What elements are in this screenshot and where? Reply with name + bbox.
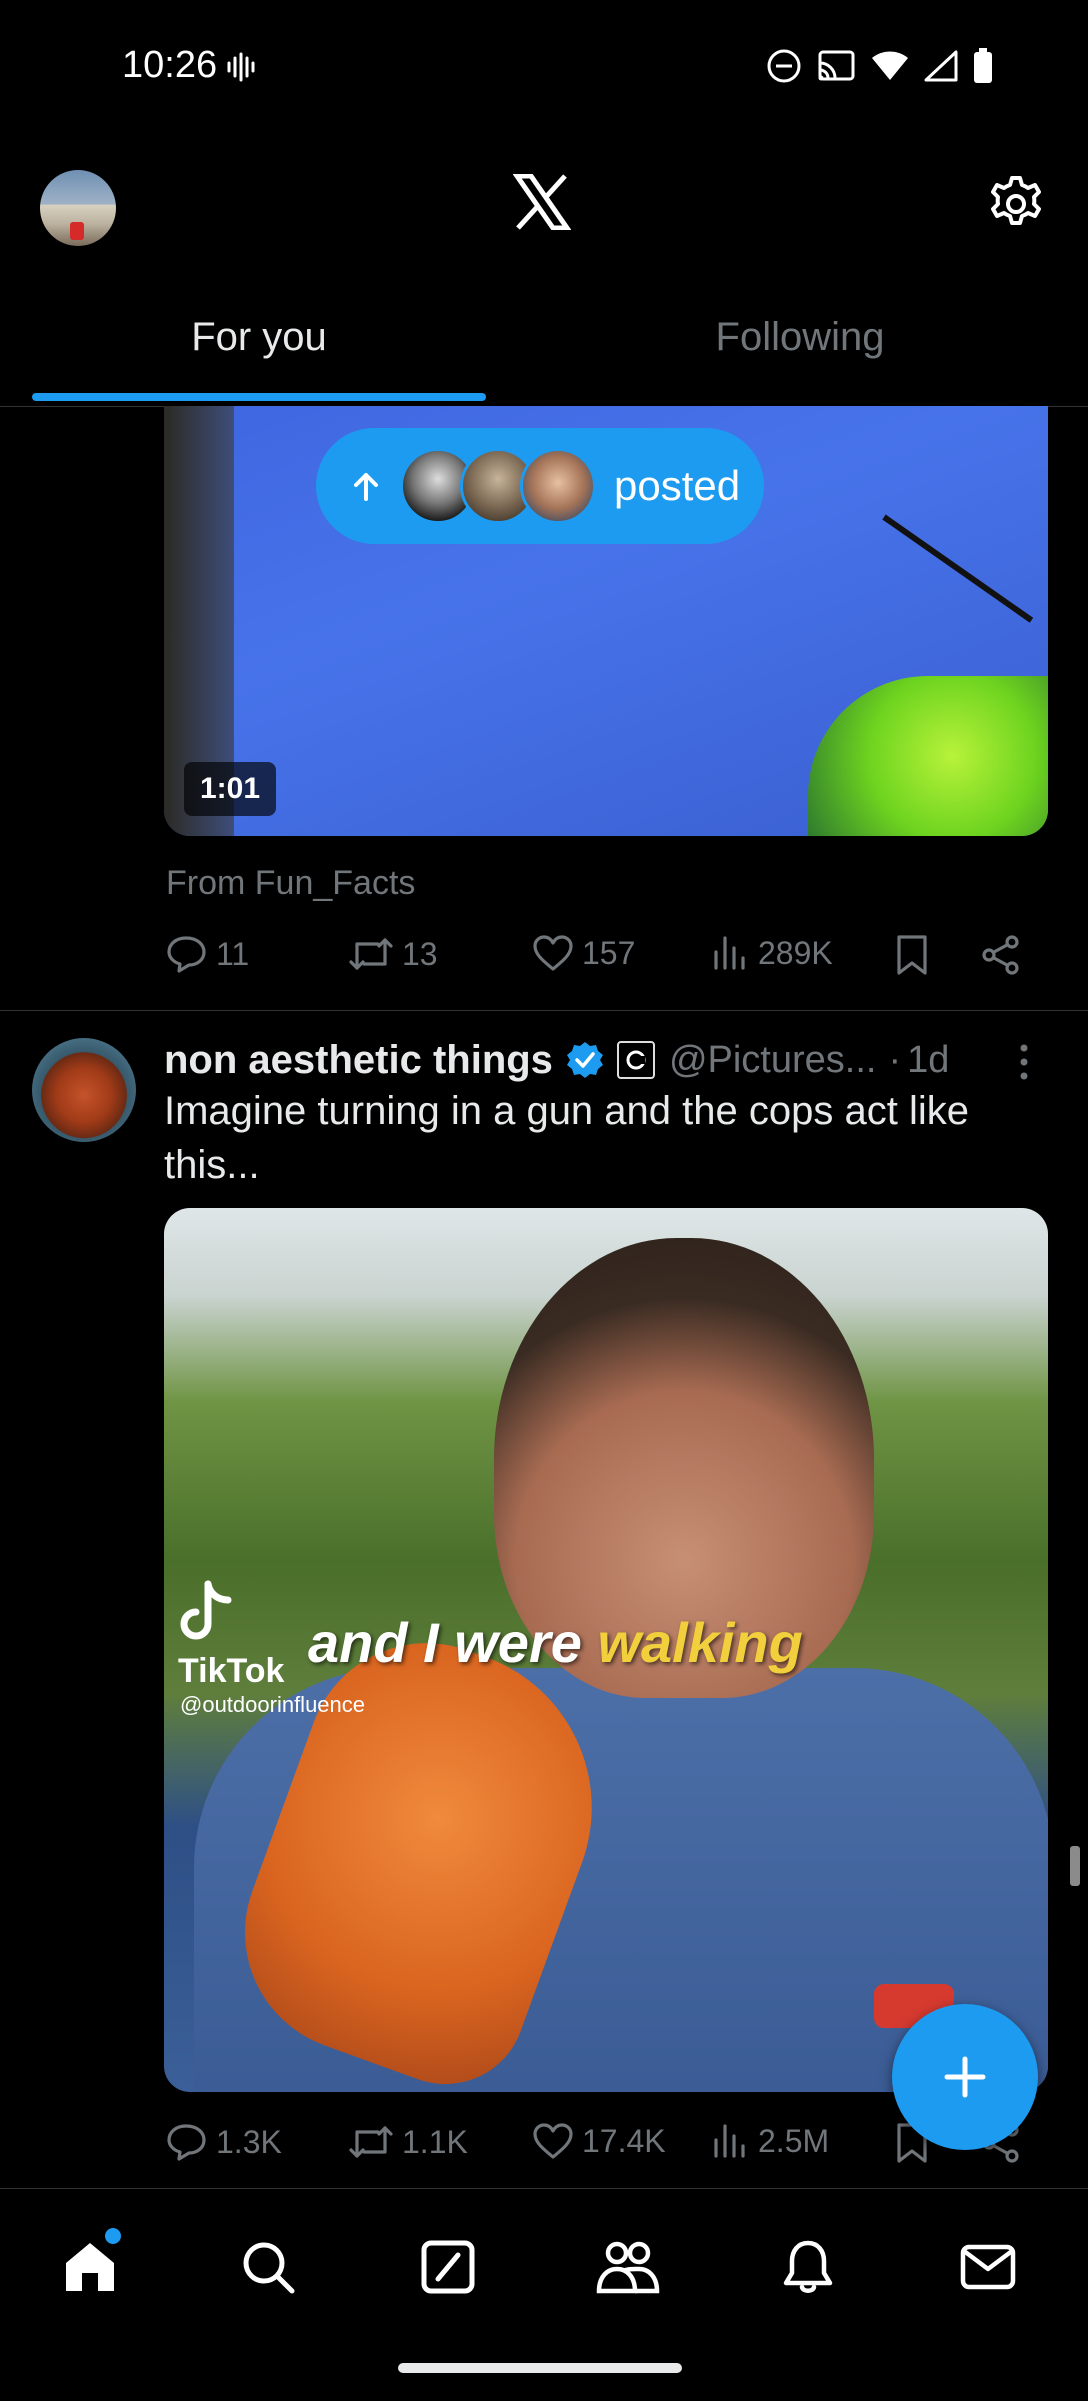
tweet1-actions: 11 13 157 289K	[166, 934, 1046, 994]
search-icon[interactable]	[228, 2227, 308, 2307]
status-icons	[766, 48, 994, 84]
repost-icon	[349, 938, 393, 970]
top-header	[0, 140, 1088, 268]
plus-icon	[944, 2056, 986, 2098]
grok-icon[interactable]	[408, 2227, 488, 2307]
reply-count: 1.3K	[216, 2124, 282, 2160]
more-options-icon[interactable]	[1016, 1042, 1032, 1082]
views-icon	[714, 2124, 745, 2158]
video-caption: and I were walking	[308, 1610, 803, 1675]
arrow-up-icon	[354, 473, 378, 501]
tiktok-icon	[180, 1580, 232, 1640]
tweet2-text[interactable]: Imagine turning in a gun and the cops ac…	[164, 1084, 1044, 1192]
status-bar: 10:26	[0, 0, 1088, 140]
reply-button[interactable]: 1.3K	[166, 2122, 282, 2162]
share-button[interactable]	[980, 934, 1022, 976]
tweet2-actions: 1.3K 1.1K 17.4K 2.5M	[166, 2122, 1046, 2182]
repost-button[interactable]: 1.1K	[348, 2122, 468, 2162]
like-button[interactable]: 17.4K	[532, 2122, 666, 2160]
tab-following[interactable]: Following	[540, 268, 1060, 406]
gear-icon[interactable]	[984, 172, 1048, 236]
separator: ·	[888, 1038, 902, 1081]
views-icon	[714, 936, 745, 970]
like-count: 17.4K	[582, 2123, 666, 2159]
tweet-divider	[0, 1010, 1088, 1011]
reply-icon	[167, 936, 206, 973]
verified-badge-icon	[566, 1042, 603, 1078]
like-count: 157	[582, 935, 636, 971]
battery-icon	[974, 48, 992, 83]
caption-text: and I were	[308, 1611, 582, 1674]
share-icon	[982, 935, 1019, 975]
new-posts-label: posted	[614, 462, 741, 509]
timeline-feed[interactable]: 1:01 posted From Fun_Facts 11 13 157 289…	[0, 406, 1088, 2188]
wifi-icon	[872, 51, 908, 80]
post-age[interactable]: 1d	[907, 1039, 949, 1082]
home-notification-dot	[102, 2225, 124, 2247]
cast-icon	[818, 50, 855, 81]
reply-icon	[167, 2124, 206, 2161]
reply-button[interactable]: 11	[166, 934, 249, 974]
vibrate-icon	[226, 52, 256, 82]
author-handle[interactable]: @Pictures...	[669, 1039, 877, 1082]
home-indicator[interactable]	[398, 2363, 682, 2373]
compose-button[interactable]	[892, 2004, 1038, 2150]
active-tab-indicator	[32, 393, 486, 401]
author-name[interactable]: non aesthetic things	[164, 1038, 553, 1083]
like-button[interactable]: 157	[532, 934, 635, 972]
caption-highlight: walking	[597, 1611, 803, 1674]
tweet2-header: non aesthetic things @Pictures... · 1d	[164, 1030, 1064, 1090]
repost-button[interactable]: 13	[348, 934, 438, 974]
views-button[interactable]: 2.5M	[712, 2122, 829, 2160]
dnd-icon	[767, 49, 801, 83]
scrollbar[interactable]	[1070, 1846, 1080, 1886]
tiktok-watermark: TikTok @outdoorinfluence	[178, 1580, 365, 1717]
tab-for-you[interactable]: For you	[0, 268, 518, 406]
repost-count: 13	[402, 936, 438, 972]
heart-icon	[533, 2123, 573, 2159]
tiktok-label: TikTok	[178, 1652, 285, 1690]
video-duration: 1:01	[184, 762, 277, 816]
repost-count: 1.1K	[402, 2124, 468, 2160]
tweet2-video[interactable]: TikTok @outdoorinfluence and I were walk…	[164, 1208, 1048, 2092]
views-button[interactable]: 289K	[712, 934, 833, 972]
poster-avatars	[400, 448, 596, 524]
avatar[interactable]	[32, 1038, 136, 1142]
reply-count: 11	[216, 936, 250, 972]
avatar	[520, 448, 596, 524]
affiliate-badge-icon[interactable]	[616, 1041, 655, 1079]
heart-icon	[533, 935, 573, 971]
messages-icon[interactable]	[948, 2227, 1028, 2307]
new-posts-pill[interactable]: posted	[316, 428, 764, 544]
timeline-tabs: For you Following	[0, 268, 1088, 407]
tiktok-user: @outdoorinfluence	[180, 1692, 366, 1717]
communities-icon[interactable]	[588, 2227, 668, 2307]
x-logo[interactable]	[513, 174, 571, 230]
notifications-icon[interactable]	[768, 2227, 848, 2307]
repost-icon	[349, 2126, 393, 2158]
status-time: 10:26	[122, 44, 218, 86]
tweet1-source[interactable]: From Fun_Facts	[166, 864, 415, 903]
bookmark-icon	[897, 935, 927, 975]
views-count: 2.5M	[758, 2123, 830, 2159]
views-count: 289K	[758, 935, 833, 971]
signal-icon	[924, 50, 958, 82]
bookmark-button[interactable]	[894, 934, 930, 976]
profile-avatar[interactable]	[40, 170, 116, 246]
